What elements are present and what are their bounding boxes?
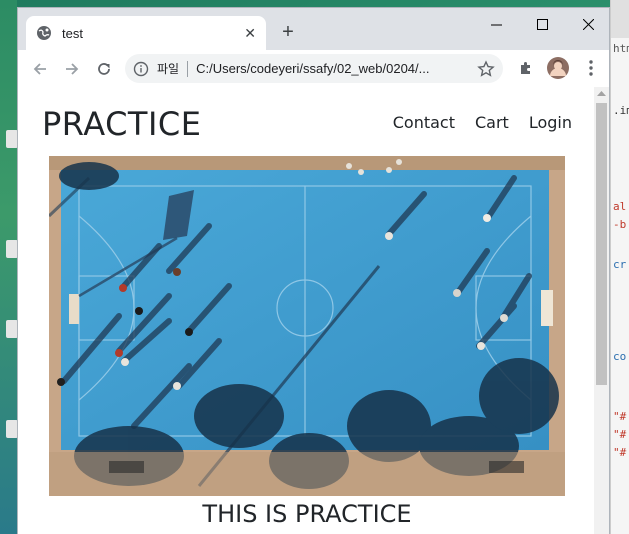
scrollbar-thumb[interactable] xyxy=(596,103,607,385)
code-fragment: htm xyxy=(613,42,629,55)
browser-tab[interactable]: test ✕ xyxy=(26,16,266,50)
divider xyxy=(187,60,189,77)
code-fragment: co xyxy=(613,350,627,363)
arrow-left-icon xyxy=(33,62,46,75)
arrow-right-icon xyxy=(66,62,79,75)
desktop-left-strip xyxy=(0,0,18,534)
new-tab-button[interactable]: + xyxy=(276,21,300,45)
address-bar[interactable]: 파일 C:/Users/codeyeri/ssafy/02_web/0204/.… xyxy=(125,54,503,83)
page-viewport: PRACTICE Contact Cart Login THIS IS PRAC… xyxy=(18,87,609,534)
code-fragment: "# xyxy=(613,410,627,423)
tab-strip: test ✕ + xyxy=(18,8,609,50)
globe-icon xyxy=(37,26,51,40)
browser-toolbar: 파일 C:/Users/codeyeri/ssafy/02_web/0204/.… xyxy=(18,50,609,87)
code-fragment: cr xyxy=(613,258,627,271)
info-icon[interactable] xyxy=(133,61,149,77)
url-text[interactable]: C:/Users/codeyeri/ssafy/02_web/0204/... xyxy=(196,61,473,76)
code-fragment: "# xyxy=(613,446,627,459)
code-fragment: .ima xyxy=(613,104,629,117)
reload-icon xyxy=(98,62,110,75)
scroll-up-icon[interactable] xyxy=(597,89,606,98)
nav-link-login[interactable]: Login xyxy=(529,113,572,132)
extensions-button[interactable] xyxy=(510,52,542,84)
hero-image xyxy=(49,156,565,496)
profile-avatar[interactable] xyxy=(542,52,574,84)
site-nav: Contact Cart Login xyxy=(393,113,572,132)
minimize-icon xyxy=(490,24,502,25)
menu-button[interactable] xyxy=(575,52,607,84)
close-window-button[interactable] xyxy=(565,12,611,36)
back-button[interactable] xyxy=(24,53,56,85)
code-fragment: al xyxy=(613,200,627,213)
tab-close-icon[interactable]: ✕ xyxy=(244,25,256,42)
forward-button[interactable] xyxy=(56,53,88,85)
puzzle-icon xyxy=(521,62,530,74)
avatar-icon xyxy=(547,57,569,79)
page-heading: THIS IS PRACTICE xyxy=(202,500,412,528)
background-code-editor: htm .ima al -b cr co "# "# "# xyxy=(610,0,629,534)
scheme-label: 파일 xyxy=(157,62,180,76)
site-header: PRACTICE Contact Cart Login xyxy=(42,105,572,145)
code-fragment: "# xyxy=(613,428,627,441)
close-icon xyxy=(582,18,594,30)
maximize-icon xyxy=(536,18,548,30)
site-brand[interactable]: PRACTICE xyxy=(42,105,201,143)
reload-button[interactable] xyxy=(88,53,120,85)
kebab-menu-icon xyxy=(589,60,593,76)
minimize-button[interactable] xyxy=(473,12,519,36)
nav-link-cart[interactable]: Cart xyxy=(475,113,509,132)
browser-window: test ✕ + 파일 C:/Users/codeyeri/ssafy/02_w… xyxy=(17,7,610,534)
code-fragment: -b xyxy=(613,218,627,231)
tab-title: test xyxy=(62,25,83,41)
maximize-button[interactable] xyxy=(519,12,565,36)
vertical-scrollbar[interactable] xyxy=(594,87,609,534)
nav-link-contact[interactable]: Contact xyxy=(393,113,455,132)
bookmark-star-icon[interactable] xyxy=(477,59,495,78)
